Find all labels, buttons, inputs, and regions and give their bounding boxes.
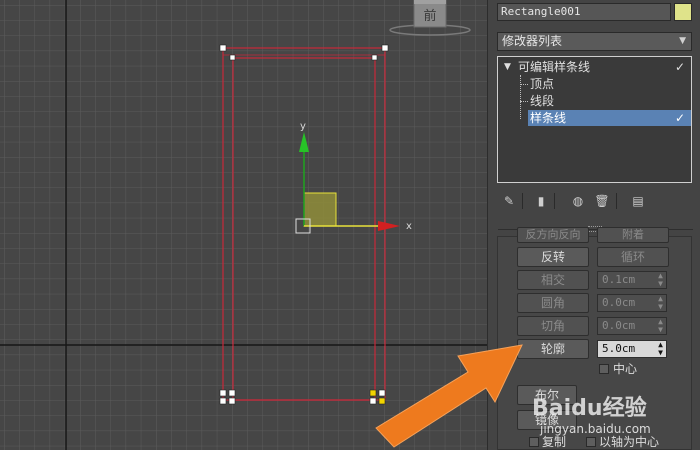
configure-sets-icon[interactable]: ▤	[630, 193, 646, 209]
fillet-button[interactable]: 圆角	[517, 293, 589, 313]
fillet-spinner[interactable]: 0.0cm ▲ ▼	[597, 294, 667, 312]
cut-off-label-right: 附着	[622, 228, 644, 241]
boolean-label: 布尔	[534, 388, 559, 402]
outline-button[interactable]: 轮廓	[517, 339, 589, 359]
fillet-label: 圆角	[540, 296, 565, 310]
intersect-spinner[interactable]: 0.1cm ▲ ▼	[597, 271, 667, 289]
intersect-label: 相交	[540, 273, 565, 287]
mirror-label: 镜像	[534, 413, 559, 427]
separator	[554, 193, 555, 209]
stack-item-spline[interactable]: 样条线 ✓	[528, 110, 691, 126]
spinner-arrows-icon: ▲ ▼	[658, 340, 663, 357]
outline-value: 5.0cm	[602, 342, 636, 355]
object-color-swatch[interactable]	[674, 3, 692, 21]
stack-item-root[interactable]: ▼ 可编辑样条线 ✓	[498, 59, 691, 75]
separator	[522, 193, 523, 209]
viewport-front[interactable]: 前 y x	[0, 0, 487, 450]
light-bulb-icon[interactable]: ✓	[675, 110, 685, 126]
modifier-list-dropdown[interactable]: 修改器列表 ▼	[497, 32, 692, 51]
cut-off-label-left: 反方向反向	[525, 228, 581, 241]
object-name-field[interactable]: Rectangle001	[497, 3, 671, 21]
chamfer-button[interactable]: 切角	[517, 316, 589, 336]
separator	[616, 193, 617, 209]
show-end-result-icon[interactable]: ▮	[533, 193, 549, 209]
stack-item-vertex-label: 顶点	[530, 77, 555, 91]
tree-branch	[520, 101, 528, 102]
reverse-button[interactable]: 反转	[517, 247, 589, 267]
light-bulb-icon[interactable]: ✓	[675, 59, 685, 75]
stack-item-segment[interactable]: 线段	[498, 93, 691, 109]
chamfer-value: 0.0cm	[602, 319, 636, 332]
fillet-value: 0.0cm	[602, 296, 636, 309]
gizmo-y-label: y	[300, 121, 306, 132]
spinner-arrows-icon: ▲ ▼	[658, 294, 663, 311]
command-panel: Rectangle001 修改器列表 ▼ ▼ 可编辑样条线 ✓ 顶点 线段 样条…	[487, 0, 700, 450]
spinner-arrows-icon: ▲ ▼	[658, 271, 663, 288]
stack-item-spline-label: 样条线	[530, 111, 567, 125]
boolean-button[interactable]: 布尔	[517, 385, 577, 405]
cycle-label: 循环	[620, 250, 645, 264]
modifier-list-label: 修改器列表	[502, 34, 563, 48]
copy-label: 复制	[542, 435, 567, 449]
stack-item-root-label: 可编辑样条线	[518, 60, 591, 74]
tree-branch	[520, 84, 528, 85]
make-unique-icon[interactable]: ◍	[570, 193, 586, 209]
chamfer-label: 切角	[540, 319, 565, 333]
pin-stack-icon[interactable]: ✎	[501, 193, 517, 209]
center-label: 中心	[613, 362, 638, 376]
chamfer-spinner[interactable]: 0.0cm ▲ ▼	[597, 317, 667, 335]
trash-icon[interactable]: 🗑	[594, 193, 610, 209]
cycle-button[interactable]: 循环	[597, 247, 669, 267]
cut-off-button-left[interactable]: 反方向反向	[517, 227, 589, 243]
outline-label: 轮廓	[540, 342, 565, 356]
stack-item-vertex[interactable]: 顶点	[498, 76, 691, 92]
outline-spinner[interactable]: 5.0cm ▲ ▼	[597, 340, 667, 358]
chevron-down-icon: ▼	[679, 36, 686, 46]
viewport-canvas[interactable]: 前 y x	[0, 0, 487, 450]
intersect-value: 0.1cm	[602, 273, 636, 286]
about-pivot-label: 以轴为中心	[599, 435, 660, 449]
about-pivot-checkbox[interactable]	[586, 437, 596, 447]
cut-off-button-right[interactable]: 附着	[597, 227, 669, 243]
reverse-label: 反转	[540, 250, 565, 264]
mirror-button[interactable]: 镜像	[517, 410, 577, 430]
grid	[0, 0, 487, 450]
viewcube-label: 前	[423, 8, 436, 24]
intersect-button[interactable]: 相交	[517, 270, 589, 290]
spinner-arrows-icon: ▲ ▼	[658, 317, 663, 334]
stack-item-segment-label: 线段	[530, 94, 555, 108]
gizmo-x-label: x	[406, 221, 412, 232]
modifier-stack: ▼ 可编辑样条线 ✓ 顶点 线段 样条线 ✓	[497, 56, 692, 183]
center-checkbox[interactable]	[599, 364, 609, 374]
collapse-icon[interactable]: ▼	[504, 59, 511, 75]
object-name-text: Rectangle001	[501, 5, 581, 18]
copy-checkbox[interactable]	[529, 437, 539, 447]
